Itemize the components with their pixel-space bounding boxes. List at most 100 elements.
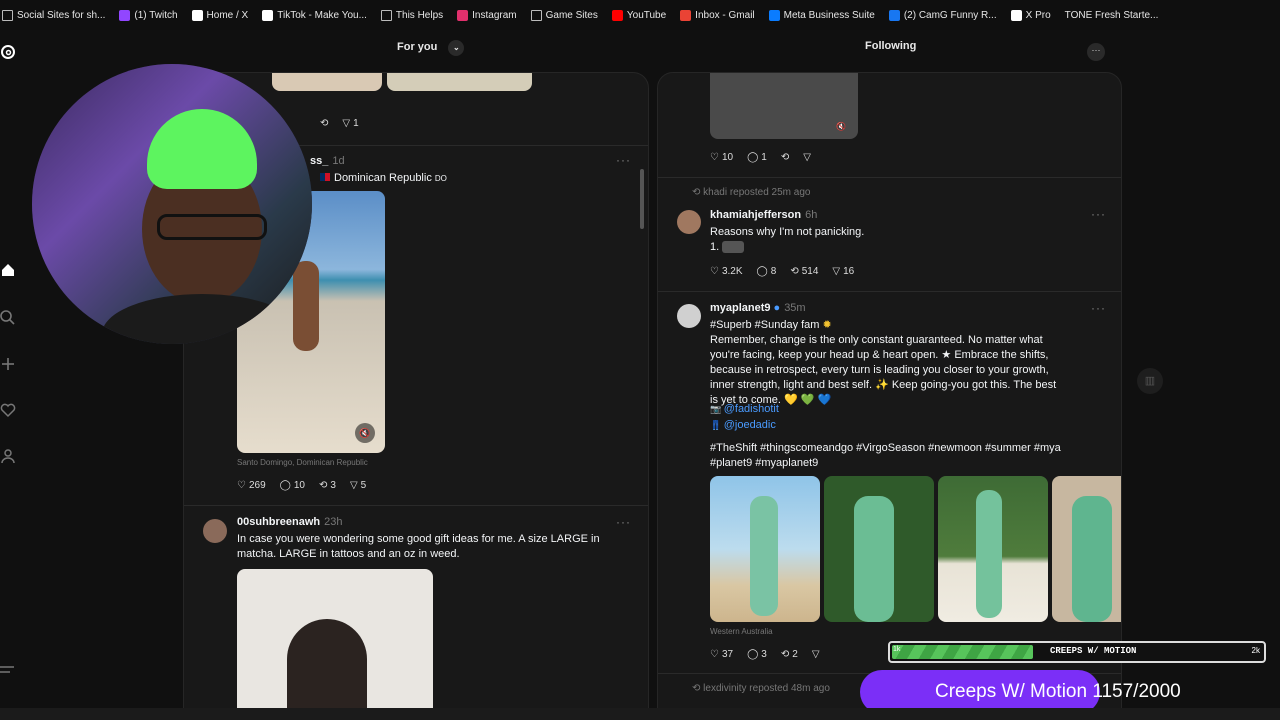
post-text-line: #Superb #Sunday fam [710,319,820,331]
post-image[interactable] [938,476,1048,622]
bookmark-item[interactable]: Inbox - Gmail [680,9,755,21]
bookmark-item[interactable]: Social Sites for sh... [2,9,105,21]
mention-link[interactable]: @fadishotit [724,403,779,415]
twitch-icon [119,9,131,21]
post-image[interactable] [710,476,820,622]
username[interactable]: khamiahjefferson [710,209,801,221]
repost-button[interactable]: ⟲ 3 [319,480,336,491]
for-you-header[interactable]: For you ⌄ [397,40,465,56]
bookmark-item[interactable]: This Helps [380,9,444,21]
bookmark-item[interactable]: Home / X [191,9,248,21]
bookmark-label: (1) Twitch [134,9,178,21]
share-button[interactable]: ▽ 16 [832,266,854,277]
threads-logo-icon[interactable] [0,44,16,60]
mute-icon[interactable]: 🔇 [836,122,846,131]
windows-taskbar [0,708,1280,720]
bookmark-item[interactable]: X Pro [1010,9,1051,21]
post-image[interactable] [1052,476,1121,622]
mention-link[interactable]: @joedadic [724,419,776,431]
bookmark-label: This Helps [395,9,444,21]
like-button[interactable]: ♡ 269 [237,480,266,491]
mention-line: 📷 @fadishotit [710,402,779,417]
post-actions: ♡ 37 ◯ 3 ⟲ 2 ▽ [710,649,820,660]
figure [854,496,894,622]
bookmark-label: YouTube [626,9,667,21]
post-location[interactable]: Western Australia [710,627,773,636]
more-options-icon[interactable]: ··· [616,515,631,529]
repost-count: 2 [792,649,798,660]
more-options-icon[interactable]: ··· [1091,301,1106,315]
repost-button[interactable]: ⟲ [320,118,328,129]
repost-button[interactable]: ⟲ [781,152,789,163]
bookmark-label: X Pro [1025,9,1051,21]
chevron-down-icon[interactable]: ⌄ [448,40,465,56]
tiktok-icon [262,9,274,21]
post-video[interactable]: 🔇 [710,73,858,139]
post-time: 1d [332,155,345,167]
more-options-icon[interactable]: ··· [1091,207,1106,221]
share-button[interactable]: ▽ 1 [342,118,358,129]
profile-icon[interactable] [0,448,16,464]
home-icon[interactable] [0,262,16,278]
post-text: Reasons why I'm not panicking. [710,226,865,238]
post-location[interactable]: Santo Domingo, Dominican Republic [237,458,368,467]
avatar[interactable] [203,519,227,543]
reply-button[interactable]: ◯ 10 [280,480,305,491]
column-options-icon[interactable]: ··· [1087,43,1105,61]
bookmark-label: Game Sites [545,9,598,21]
reply-button[interactable]: ◯ 3 [747,649,767,660]
post-image[interactable] [387,73,532,91]
post-text: Remember, change is the only constant gu… [710,334,1057,406]
add-column-icon[interactable]: ▥ [1137,368,1163,394]
bookmark-item[interactable]: Meta Business Suite [768,9,875,21]
following-title[interactable]: Following [865,40,916,52]
bookmark-item[interactable]: Instagram [457,9,517,21]
repost-button[interactable]: ⟲ 2 [781,649,798,660]
repost-icon: ⟲ [692,187,704,198]
more-options-icon[interactable]: ··· [616,153,631,167]
like-count: 269 [248,480,266,491]
repost-label: ⟲ lexdivinity reposted 48m ago [692,683,830,694]
avatar[interactable] [677,210,701,234]
redacted-text [722,241,745,254]
menu-icon[interactable] [0,662,16,678]
clothing-icon: 👖 [710,420,724,430]
share-button[interactable]: ▽ [803,152,811,163]
username[interactable]: 00suhbreenawh [237,516,320,528]
post-image[interactable] [237,569,433,711]
search-icon[interactable] [0,310,16,326]
progress-end: 2k [1251,646,1260,655]
bookmark-item[interactable]: (2) CamG Funny R... [888,9,997,21]
bookmark-label: Inbox - Gmail [695,9,755,21]
post-header: myaplanet9 ● 35m [710,302,806,314]
reply-count: 10 [293,480,305,491]
heart-icon[interactable] [0,402,16,418]
bookmark-item[interactable]: TONE Fresh Starte... [1065,10,1159,21]
bookmark-item[interactable]: (1) Twitch [119,9,178,21]
share-count: 1 [353,118,359,129]
folder-icon [530,9,542,21]
share-button[interactable]: ▽ [812,649,820,660]
mute-icon[interactable]: 🔇 [355,423,375,443]
repost-button[interactable]: ⟲ 514 [790,266,818,277]
username[interactable]: ss_ [310,155,328,167]
create-icon[interactable] [0,356,16,372]
bookmark-item[interactable]: YouTube [611,9,667,21]
reply-button[interactable]: ◯ 1 [747,152,767,163]
like-button[interactable]: ♡ 37 [710,649,733,660]
like-button[interactable]: ♡ 3.2K [710,266,743,277]
post-text-list: 1. [710,240,745,255]
progress-label: CREEPS W/ MOTION [1050,646,1137,656]
post-header: 00suhbreenawh 23h [237,516,343,528]
post-image[interactable] [824,476,934,622]
bookmark-item[interactable]: Game Sites [530,9,598,21]
share-button[interactable]: ▽ 5 [350,480,366,491]
like-button[interactable]: ♡ 10 [710,152,733,163]
bookmark-item[interactable]: TikTok - Make You... [262,9,367,21]
scrollbar[interactable] [640,169,644,229]
reply-button[interactable]: ◯ 8 [757,266,777,277]
avatar[interactable] [677,304,701,328]
bookmark-label: Instagram [472,9,517,21]
username[interactable]: myaplanet9 [710,302,771,314]
post-text: In case you were wondering some good gif… [237,533,600,560]
